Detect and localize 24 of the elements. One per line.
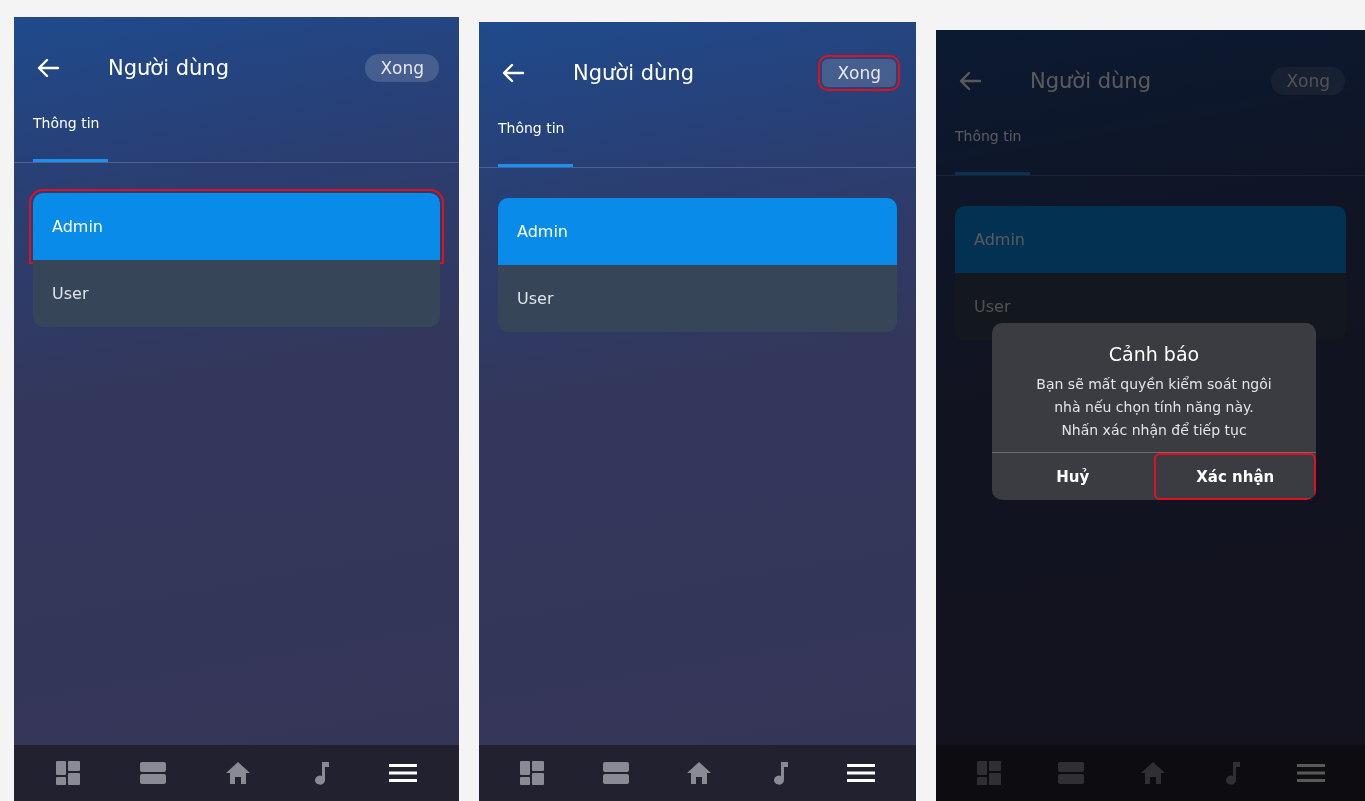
role-option[interactable]: User	[33, 260, 440, 327]
dialog-button[interactable]: Xác nhận	[1153, 453, 1316, 500]
menu-icon[interactable]	[388, 761, 417, 785]
dialog-button[interactable]: Huỷ	[992, 453, 1154, 500]
house-icon[interactable]	[687, 761, 712, 785]
screen-title: Người dùng	[573, 61, 695, 85]
tab[interactable]: Thông tin	[33, 115, 108, 162]
tab[interactable]: Thông tin	[498, 120, 573, 167]
role-option[interactable]: User	[498, 265, 897, 332]
role-option[interactable]: Admin	[498, 198, 897, 265]
tiles-icon[interactable]	[976, 761, 1001, 785]
done-button[interactable]: Xong	[365, 54, 439, 82]
back-arrow-icon[interactable]	[501, 63, 525, 83]
back-arrow-icon[interactable]	[36, 58, 60, 78]
tiles-icon[interactable]	[56, 761, 81, 785]
tiles-icon[interactable]	[520, 761, 545, 785]
two-bars-icon[interactable]	[140, 761, 167, 785]
house-icon[interactable]	[226, 761, 251, 785]
menu-icon[interactable]	[846, 761, 875, 785]
dialog-message: Bạn sẽ mất quyền kiểm soát ngôi nhà nếu chọn tính năng này. Nhấn xác nhận để tiếp tục	[1035, 375, 1273, 440]
dialog-title: Cảnh báo	[1107, 343, 1201, 365]
two-bars-icon[interactable]	[602, 761, 629, 785]
screen-title: Người dùng	[1030, 69, 1152, 93]
screen-title: Người dùng	[108, 56, 230, 80]
